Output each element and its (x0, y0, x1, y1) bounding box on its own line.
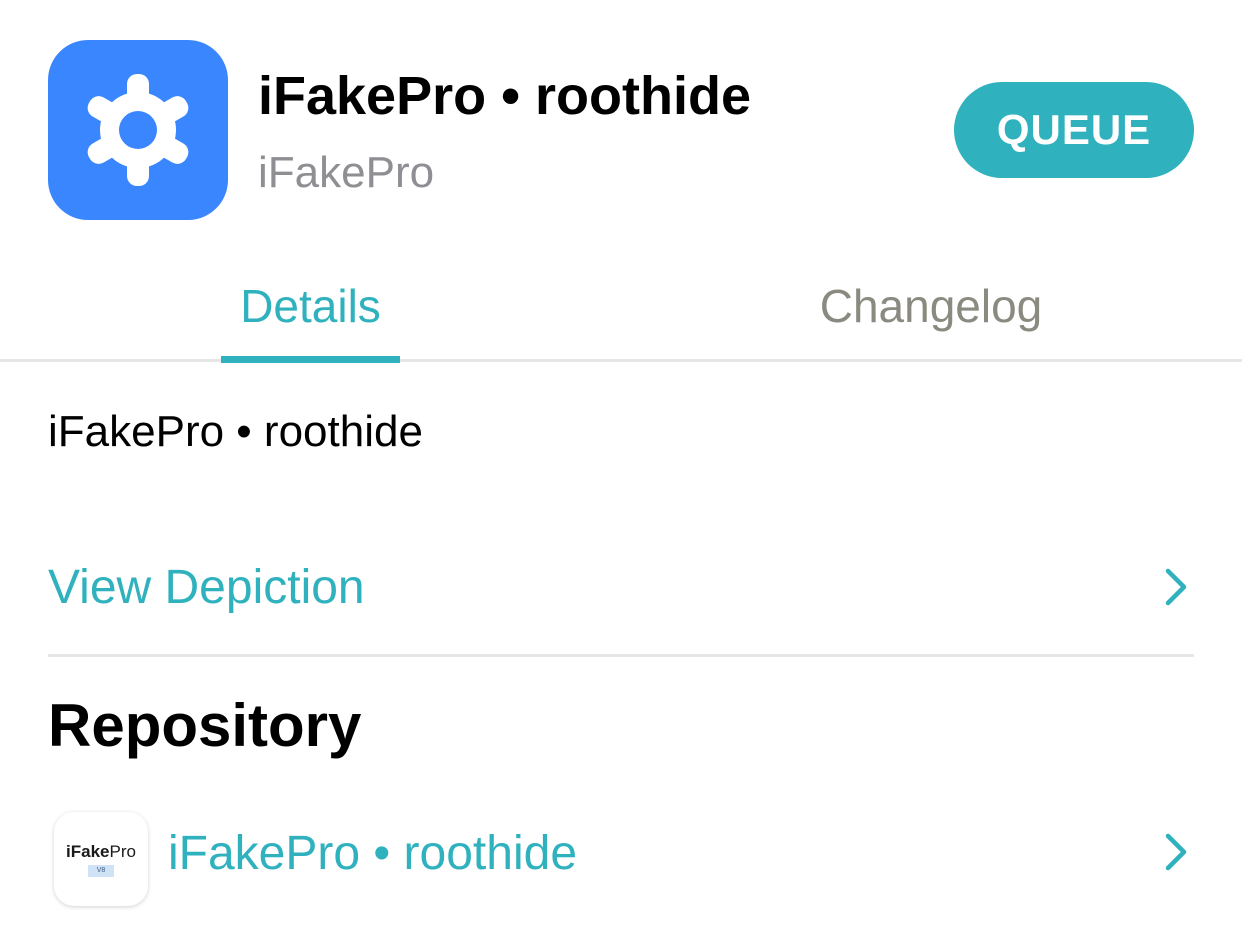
selected-tab-indicator (221, 356, 400, 363)
repository-name: iFakePro • roothide (168, 827, 578, 880)
repository-icon-logo: iFakePro (66, 842, 136, 862)
view-depiction-label: View Depiction (48, 561, 365, 614)
tab-details[interactable]: Details (221, 278, 400, 334)
package-title: iFakePro • roothide (258, 66, 751, 126)
chevron-right-icon (1165, 568, 1187, 606)
repository-icon: iFakePro V8 (54, 812, 148, 906)
chevron-right-icon (1165, 833, 1187, 871)
tabs-divider (0, 359, 1242, 362)
view-depiction-row[interactable]: View Depiction (48, 540, 1194, 636)
repository-icon-logo-bold: iFake (66, 841, 110, 861)
package-description: iFakePro • roothide (48, 407, 423, 456)
gear-icon (87, 74, 189, 186)
repository-icon-logo-light: Pro (109, 841, 136, 861)
repository-heading: Repository (48, 692, 362, 759)
queue-button[interactable]: QUEUE (954, 82, 1194, 178)
repository-row[interactable]: iFakePro V8 iFakePro • roothide (48, 806, 1194, 906)
repository-icon-badge: V8 (88, 864, 114, 877)
tab-changelog[interactable]: Changelog (780, 278, 1082, 334)
row-divider (48, 654, 1194, 657)
app-icon (48, 40, 228, 220)
package-author: iFakePro (258, 148, 435, 197)
